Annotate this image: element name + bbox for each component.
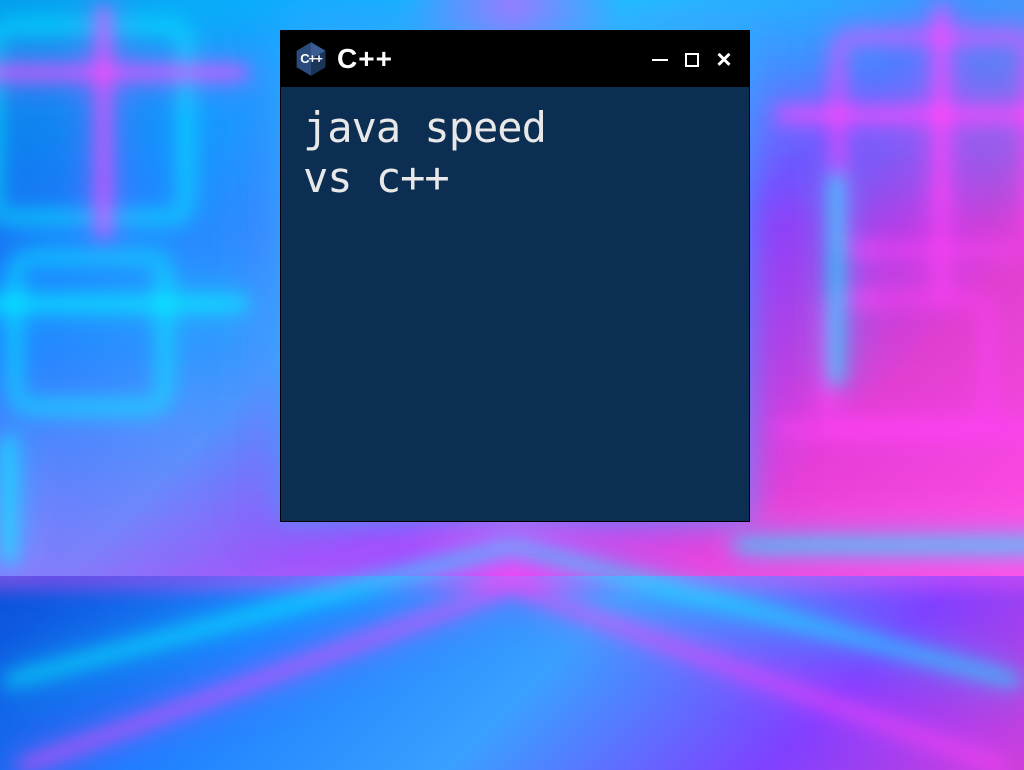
cpp-logo-text: C++ <box>300 51 322 66</box>
maximize-icon <box>685 53 699 67</box>
close-button[interactable]: × <box>713 46 735 72</box>
terminal-content: java speed vs c++ <box>281 87 749 521</box>
content-line-1: java speed <box>303 103 546 152</box>
titlebar[interactable]: C++ C++ × <box>281 31 749 87</box>
content-line-2: vs c++ <box>303 153 449 202</box>
terminal-window: C++ C++ × java speed vs c++ <box>280 30 750 522</box>
minimize-icon <box>652 59 668 61</box>
minimize-button[interactable] <box>649 47 671 71</box>
maximize-button[interactable] <box>681 47 703 71</box>
window-title: C++ <box>337 43 639 75</box>
window-controls: × <box>649 46 735 72</box>
cpp-logo-icon: C++ <box>295 41 327 77</box>
close-icon: × <box>716 44 731 74</box>
